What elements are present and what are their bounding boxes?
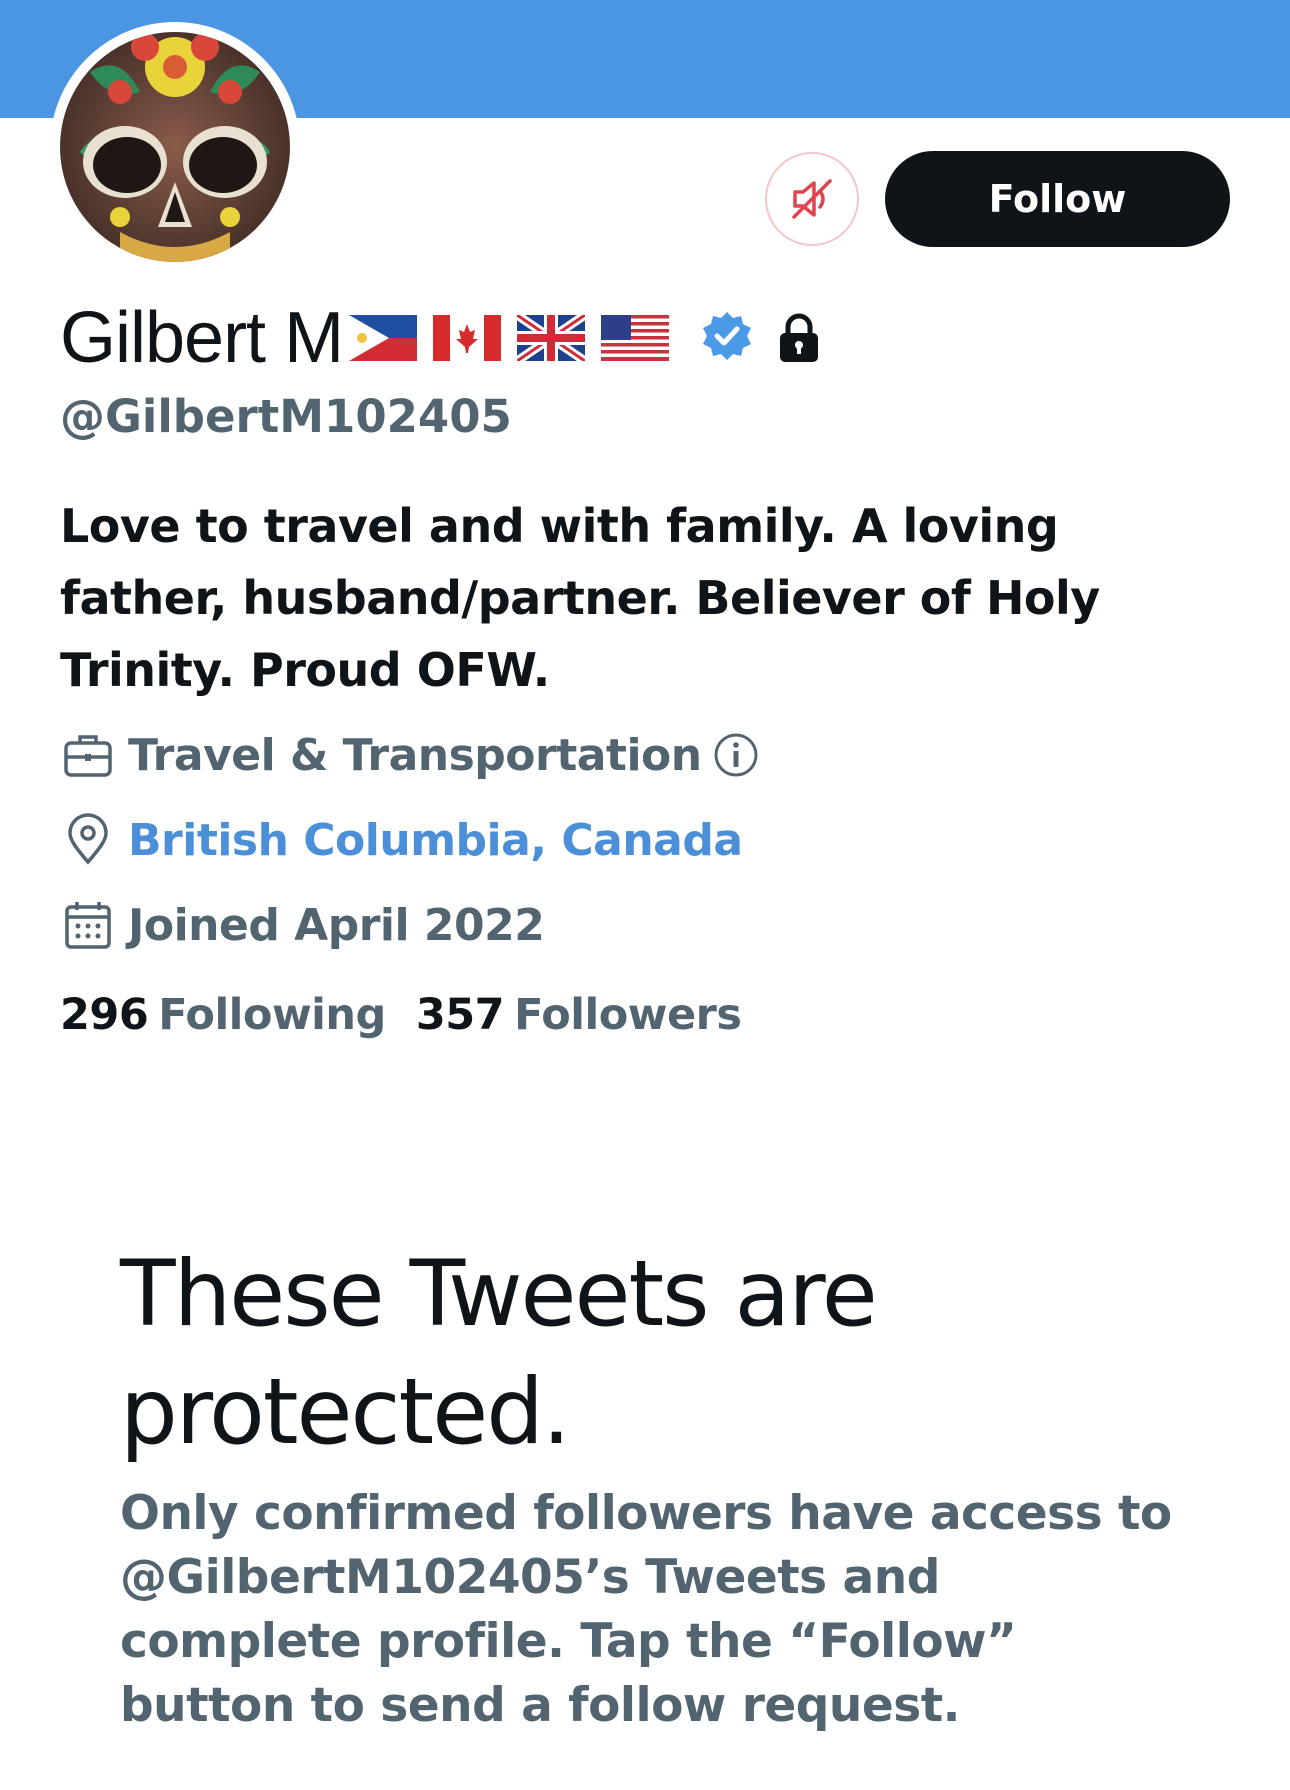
user-handle: @GilbertM102405 bbox=[60, 390, 512, 443]
display-name: Gilbert M bbox=[60, 298, 344, 378]
followers-link[interactable]: 357 Followers bbox=[416, 990, 742, 1040]
bio: Love to travel and with family. A loving… bbox=[60, 499, 1100, 697]
briefcase-icon bbox=[64, 735, 112, 777]
following-link[interactable]: 296 Following bbox=[60, 990, 386, 1040]
protected-title: These Tweets are protected. bbox=[120, 1242, 878, 1465]
joined-row: Joined April 2022 bbox=[60, 895, 545, 955]
flag-usa-icon bbox=[601, 315, 670, 361]
calendar-icon bbox=[65, 902, 111, 949]
follow-button[interactable]: Follow bbox=[885, 151, 1230, 247]
protected-description: Only confirmed followers have access to … bbox=[120, 1486, 1172, 1733]
avatar[interactable] bbox=[50, 22, 300, 272]
follow-stats: 296 Following 357 Followers bbox=[60, 990, 771, 1040]
verified-badge-icon[interactable] bbox=[699, 310, 755, 366]
location-link[interactable]: British Columbia, Canada bbox=[128, 815, 743, 866]
following-count: 296 bbox=[60, 990, 149, 1040]
location-row: British Columbia, Canada bbox=[60, 810, 743, 870]
category-row: Travel & Transportation bbox=[60, 725, 760, 785]
professional-category: Travel & Transportation bbox=[128, 729, 702, 781]
unmute-button[interactable] bbox=[765, 152, 859, 246]
flag-philippines-icon bbox=[349, 315, 418, 361]
followers-label: Followers bbox=[514, 990, 742, 1040]
followers-count: 357 bbox=[415, 990, 505, 1040]
lock-icon bbox=[780, 313, 819, 362]
avatar-image bbox=[60, 32, 290, 262]
location-pin-icon bbox=[68, 813, 108, 865]
flag-uk-icon bbox=[517, 315, 586, 361]
following-label: Following bbox=[158, 990, 386, 1040]
joined-date: Joined April 2022 bbox=[128, 899, 545, 951]
muted-speaker-icon bbox=[792, 179, 832, 219]
flag-canada-icon bbox=[433, 315, 502, 361]
info-icon[interactable] bbox=[712, 731, 760, 779]
name-row: Gilbert M bbox=[60, 298, 823, 378]
